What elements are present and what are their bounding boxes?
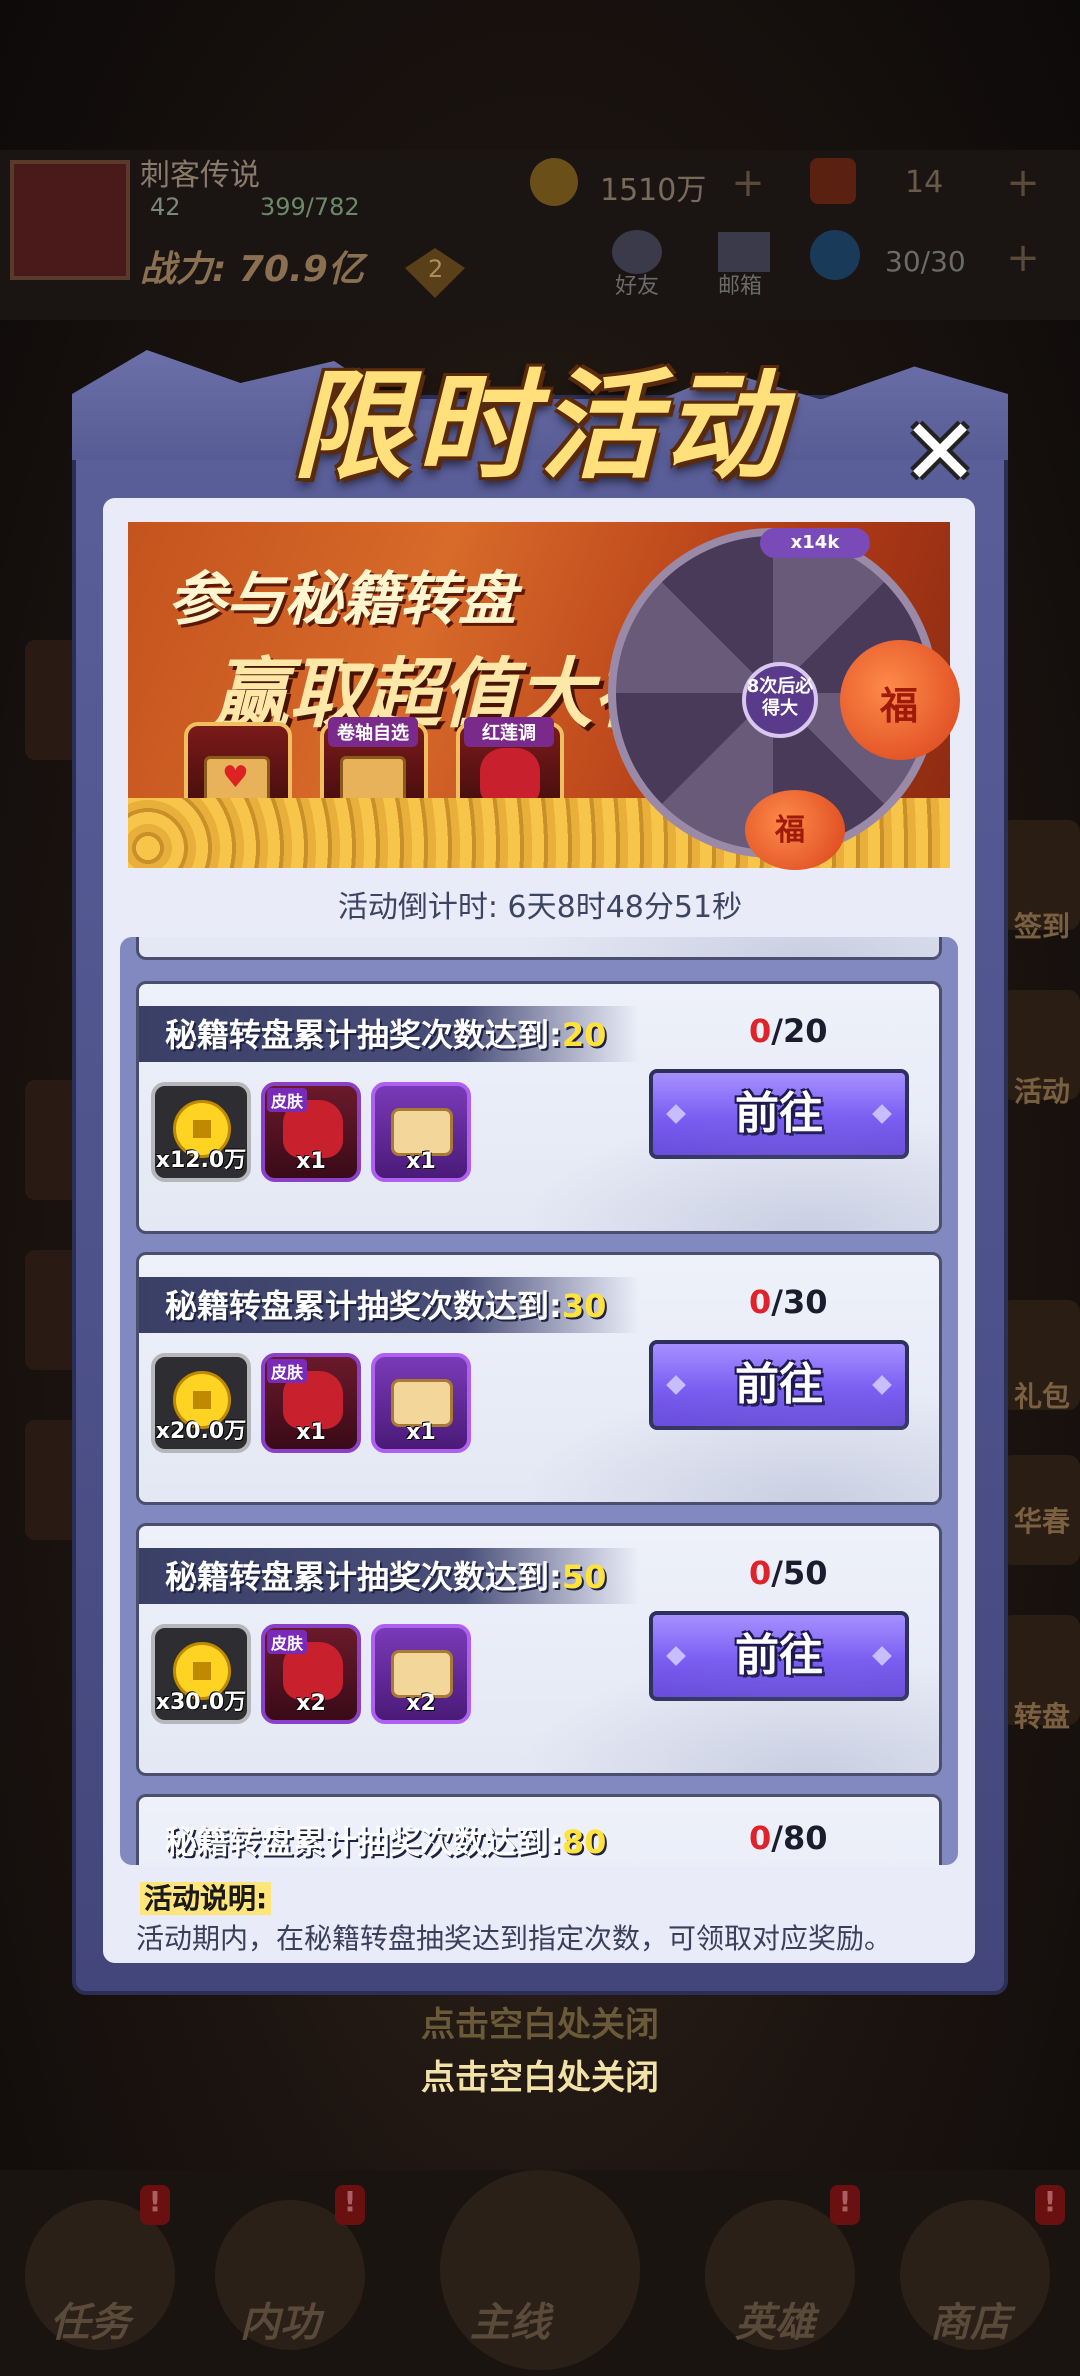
gold-coin-icon <box>530 158 578 206</box>
gem-count: 2 <box>428 255 444 283</box>
reward-quantity: x1 <box>296 1149 326 1174</box>
close-hint[interactable]: 点击空白处关闭 <box>0 2050 1080 2099</box>
reward-quantity: x12.0万 <box>155 1148 247 1173</box>
nav-heroes-alert-icon: ! <box>830 2185 860 2225</box>
combat-power: 战力: 70.9亿 <box>140 249 364 290</box>
reward-chest[interactable]: x1 <box>371 1353 471 1453</box>
player-exp: 399/782 <box>260 193 360 221</box>
go-button[interactable]: 前往 <box>649 1069 909 1159</box>
nav-shop-label: 商店 <box>930 2300 1010 2346</box>
wheel-center: 8次后必得大 <box>742 662 818 738</box>
add-stamina-button[interactable]: + <box>1000 235 1046 281</box>
banner-chest-label: 红莲调 <box>464 717 554 747</box>
reward-gold[interactable]: x12.0万 <box>151 1082 251 1182</box>
reward-quantity: x1 <box>296 1420 326 1445</box>
task-requirement: 秘籍转盘累计抽奖次数达到:30 <box>165 1287 607 1325</box>
go-button[interactable]: 前往 <box>649 1340 909 1430</box>
event-label: 华春 <box>1013 1505 1070 1538</box>
reward-quantity: x2 <box>296 1691 326 1716</box>
add-energy-button[interactable]: + <box>1000 160 1046 206</box>
skin-tag: 皮肤 <box>267 1630 308 1654</box>
reward-chest[interactable]: x1 <box>371 1082 471 1182</box>
countdown-timer: 活动倒计时: 6天8时48分51秒 <box>337 890 743 925</box>
skin-tag: 皮肤 <box>267 1359 308 1383</box>
gold-amount: 1510万 <box>600 173 707 208</box>
mail-label: 邮箱 <box>718 274 763 299</box>
stamina-orb-icon <box>810 230 860 280</box>
reward-chest[interactable]: x2 <box>371 1624 471 1724</box>
stamina-amount: 30/30 <box>885 245 966 278</box>
task-list[interactable]: 秘籍转盘累计抽奖次数达到:20 0/20 x12.0万 皮肤 x1 x1 前往 … <box>120 937 958 1865</box>
lantern-text: 福 <box>880 684 919 728</box>
nav-tasks-label: 任务 <box>50 2300 130 2346</box>
reward-quantity: x20.0万 <box>155 1419 247 1444</box>
task-requirement: 秘籍转盘累计抽奖次数达到:20 <box>165 1016 607 1054</box>
reward-quantity: x2 <box>406 1691 436 1716</box>
banner-chest-label: 卷轴自选 <box>328 717 418 747</box>
nav-main-label: 主线 <box>470 2300 550 2346</box>
task-target: 20 <box>561 1016 607 1054</box>
add-gold-button[interactable]: + <box>725 160 771 206</box>
task-target: 80 <box>561 1823 607 1861</box>
skin-tag: 皮肤 <box>267 1088 308 1112</box>
task-card: 秘籍转盘累计抽奖次数达到:80 0/80 <box>136 1794 942 1865</box>
banner-headline: 参与秘籍转盘 <box>168 565 517 633</box>
nav-heroes-label: 英雄 <box>735 2300 815 2346</box>
reward-gold[interactable]: x30.0万 <box>151 1624 251 1724</box>
heart-icon: ♥ <box>222 760 249 795</box>
description-text: 活动期内，在秘籍转盘抽奖达到指定次数，可领取对应奖励。 <box>136 1922 893 1955</box>
reward-gold[interactable]: x20.0万 <box>151 1353 251 1453</box>
friends-label: 好友 <box>615 274 660 299</box>
task-progress: 0/50 <box>749 1554 828 1592</box>
nav-shop-alert-icon: ! <box>1035 2185 1065 2225</box>
task-list-viewport: 秘籍转盘累计抽奖次数达到:20 0/20 x12.0万 皮肤 x1 x1 前往 … <box>136 937 942 1865</box>
reward-quantity: x30.0万 <box>155 1690 247 1715</box>
energy-amount: 14 <box>905 165 944 200</box>
close-hint-behind: 点击空白处关闭 <box>421 2005 659 2045</box>
task-card: 秘籍转盘累计抽奖次数达到:50 0/50 x30.0万 皮肤 x2 x2 前往 <box>136 1523 942 1776</box>
wheel-label: 转盘 <box>1013 1700 1070 1733</box>
task-target: 30 <box>561 1287 607 1325</box>
wheel-counter: x14k <box>760 528 870 558</box>
reward-skin[interactable]: 皮肤 x1 <box>261 1353 361 1453</box>
player-level: 42 <box>150 193 181 221</box>
reward-quantity: x1 <box>406 1149 436 1174</box>
task-requirement: 秘籍转盘累计抽奖次数达到:80 <box>165 1823 607 1861</box>
task-requirement: 秘籍转盘累计抽奖次数达到:50 <box>165 1558 607 1596</box>
task-progress: 0/80 <box>749 1819 828 1857</box>
go-button[interactable]: 前往 <box>649 1611 909 1701</box>
reward-skin[interactable]: 皮肤 x2 <box>261 1624 361 1724</box>
lantern-text: 福 <box>775 813 805 848</box>
reward-skin[interactable]: 皮肤 x1 <box>261 1082 361 1182</box>
close-button[interactable]: ✕ <box>895 407 985 499</box>
player-name: 刺客传说 <box>140 158 260 193</box>
reward-quantity: x1 <box>406 1420 436 1445</box>
energy-icon <box>810 158 856 204</box>
task-card: 秘籍转盘累计抽奖次数达到:30 0/30 x20.0万 皮肤 x1 x1 前往 <box>136 1252 942 1505</box>
nav-tasks-alert-icon: ! <box>140 2185 170 2225</box>
gift-pack-label: 礼包 <box>1013 1380 1070 1413</box>
task-card <box>136 937 942 960</box>
task-target: 50 <box>561 1558 607 1596</box>
activity-label: 活动 <box>1013 1075 1070 1108</box>
task-progress: 0/30 <box>749 1283 828 1321</box>
player-avatar[interactable] <box>10 160 130 280</box>
nav-neigong-label: 内功 <box>240 2300 320 2346</box>
nav-neigong-alert-icon: ! <box>335 2185 365 2225</box>
mail-icon[interactable] <box>718 232 770 272</box>
description-title: 活动说明: <box>140 1877 272 1917</box>
task-progress: 0/20 <box>749 1012 828 1050</box>
task-card: 秘籍转盘累计抽奖次数达到:20 0/20 x12.0万 皮肤 x1 x1 前往 <box>136 981 942 1234</box>
